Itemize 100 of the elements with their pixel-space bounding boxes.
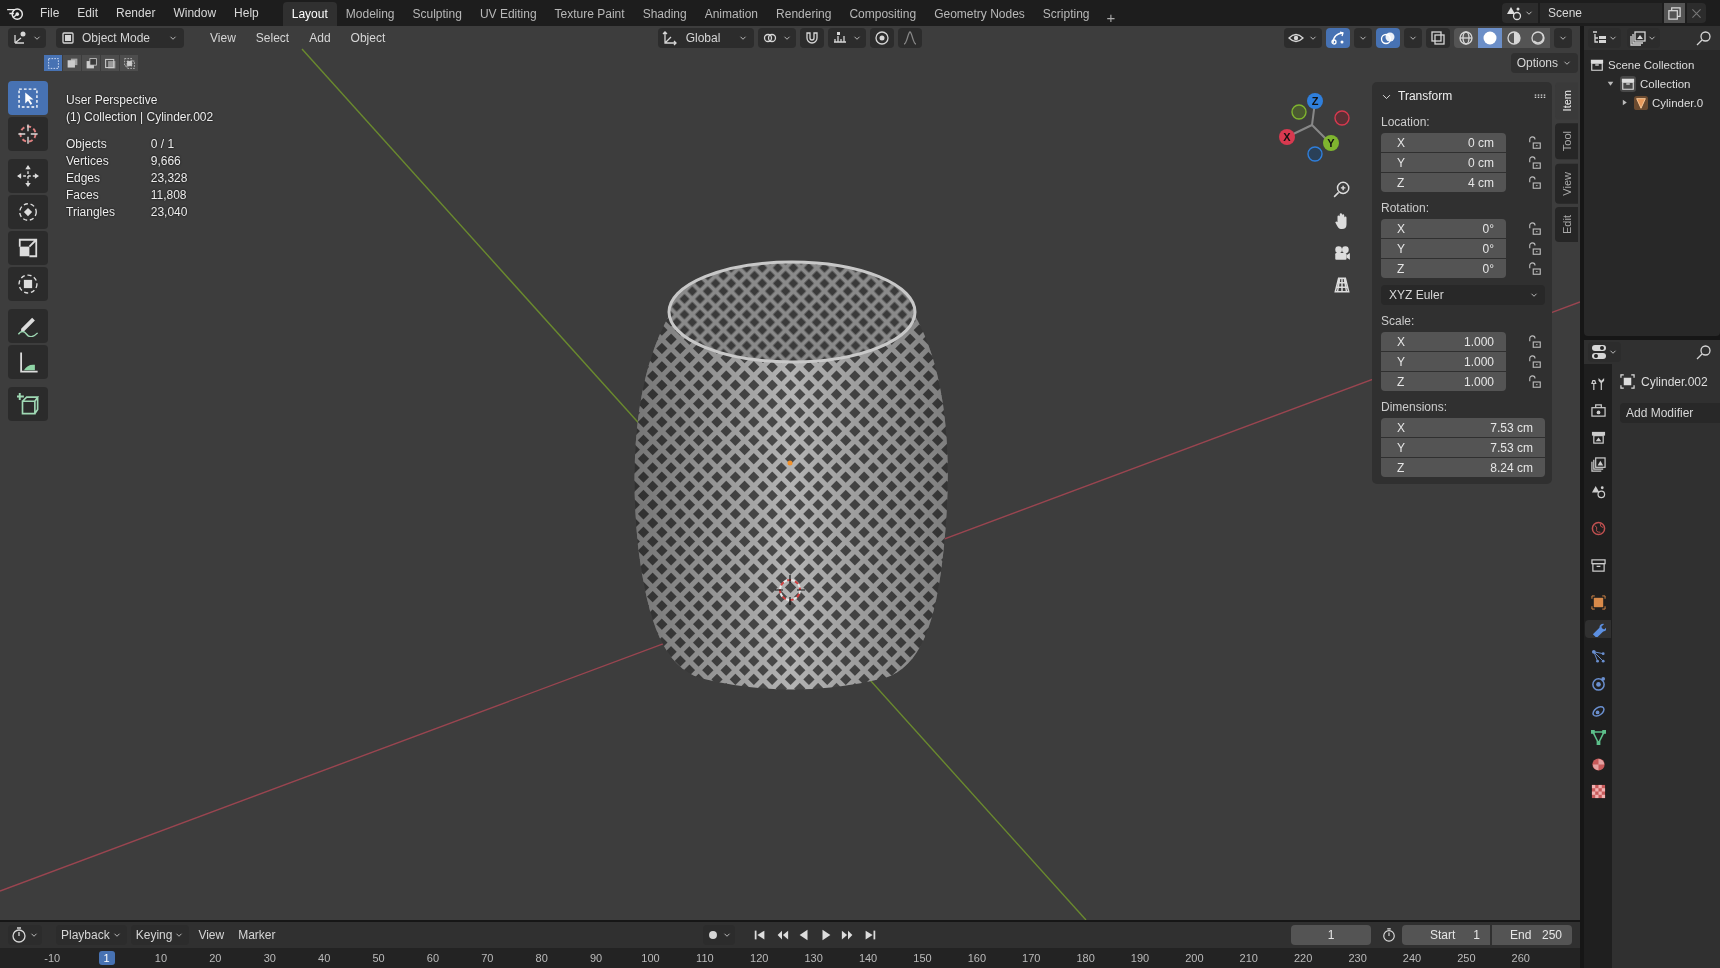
gizmo-toggle[interactable] [1326, 28, 1350, 48]
number-field[interactable]: Z 8.24 cm [1381, 458, 1545, 477]
number-field[interactable]: Z 4 cm [1381, 173, 1506, 192]
shading-button[interactable] [1478, 28, 1502, 48]
add-workspace-button[interactable]: + [1098, 9, 1124, 26]
menu-item[interactable]: Playback [56, 925, 127, 945]
editor-type-button[interactable] [1588, 342, 1621, 362]
workspace-tab[interactable]: UV Editing [470, 2, 546, 26]
tool-button[interactable] [8, 231, 48, 265]
selection-mode-button[interactable] [63, 55, 81, 71]
workspace-tab[interactable]: Texture Paint [545, 2, 634, 26]
number-field[interactable]: X 0° [1381, 219, 1506, 238]
lock-toggle[interactable] [1528, 261, 1542, 276]
lock-toggle[interactable] [1528, 175, 1542, 190]
sidebar-tab[interactable]: View [1555, 163, 1578, 204]
shading-button[interactable] [1454, 28, 1478, 48]
menu-item[interactable]: Render [108, 3, 164, 23]
menu-item[interactable]: Window [165, 3, 225, 23]
workspace-tab[interactable]: Animation [695, 2, 768, 26]
tool-button[interactable] [8, 387, 48, 421]
pivot-dropdown[interactable] [758, 28, 797, 48]
lock-toggle[interactable] [1528, 334, 1542, 349]
workspace-tab[interactable]: Layout [282, 2, 337, 26]
workspace-tab[interactable]: Compositing [840, 2, 926, 26]
filter-dropdown[interactable] [1627, 28, 1660, 48]
workspace-tab[interactable]: Modeling [336, 2, 404, 26]
workspace-tab[interactable]: Sculpting [403, 2, 471, 26]
rotation-mode-dropdown[interactable]: XYZ Euler [1381, 285, 1545, 305]
workspace-tab[interactable]: Shading [633, 2, 696, 26]
sidebar-tab[interactable]: Edit [1555, 207, 1578, 243]
tool-button[interactable] [8, 117, 48, 151]
tool-button[interactable] [8, 309, 48, 343]
tool-button[interactable] [8, 195, 48, 229]
lock-toggle[interactable] [1528, 221, 1542, 236]
shading-button[interactable] [1526, 28, 1550, 48]
number-field[interactable]: X 1.000 [1381, 332, 1506, 351]
orientation-dropdown[interactable]: Global [657, 28, 755, 48]
menu-item[interactable]: View [193, 926, 230, 944]
number-field[interactable]: Y 1.000 [1381, 352, 1506, 371]
auto-keying-toggle[interactable] [702, 925, 735, 945]
editor-type-button[interactable] [8, 28, 46, 48]
outliner-item[interactable]: Scene Collection [1608, 58, 1695, 71]
menu-item[interactable]: View [202, 29, 244, 47]
editor-type-button[interactable] [8, 925, 42, 945]
mode-dropdown[interactable]: Object Mode [56, 28, 185, 48]
falloff-dropdown[interactable] [898, 28, 923, 48]
lock-toggle[interactable] [1528, 241, 1542, 256]
outliner-item[interactable]: Collection [1640, 77, 1691, 90]
snap-dropdown[interactable] [828, 28, 867, 48]
options-button[interactable]: Options [1510, 53, 1578, 73]
scene-name-field[interactable]: Scene [1540, 3, 1662, 23]
selection-mode-button[interactable] [82, 55, 100, 71]
number-field[interactable]: Z 1.000 [1381, 372, 1506, 391]
number-field[interactable]: Y 0 cm [1381, 153, 1506, 172]
tool-button[interactable] [8, 267, 48, 301]
negative-axis-ball[interactable] [1291, 104, 1307, 120]
add-modifier-dropdown[interactable]: Add Modifier [1620, 403, 1720, 423]
menu-item[interactable]: File [32, 3, 68, 23]
workspace-tab[interactable]: Scripting [1033, 2, 1099, 26]
lock-toggle[interactable] [1528, 155, 1542, 170]
menu-item[interactable]: Marker [233, 926, 281, 944]
current-frame-field[interactable]: 1 [1291, 925, 1371, 945]
outliner-item[interactable]: Cylinder.0 [1652, 96, 1704, 109]
axis-ball[interactable] [1323, 135, 1339, 151]
number-field[interactable]: Y 7.53 cm [1381, 438, 1545, 457]
duplicate-scene-button[interactable] [1664, 3, 1685, 23]
workspace-tab[interactable]: Geometry Nodes [925, 2, 1034, 26]
menu-item[interactable]: Help [226, 3, 267, 23]
workspace-tab[interactable]: Rendering [767, 2, 841, 26]
properties-tab[interactable] [1585, 620, 1611, 638]
overlay-toggle[interactable] [1376, 28, 1400, 48]
lock-toggle[interactable] [1528, 135, 1542, 150]
tool-button[interactable] [8, 81, 48, 115]
snap-toggle[interactable] [800, 28, 825, 48]
visibility-dropdown[interactable] [1284, 28, 1322, 48]
number-field[interactable]: Y 0° [1381, 239, 1506, 258]
close-scene-button[interactable] [1687, 3, 1706, 23]
proportional-toggle[interactable] [870, 28, 895, 48]
frame-number[interactable]: 1 [98, 951, 115, 965]
axis-ball[interactable] [1307, 93, 1323, 109]
end-frame-field[interactable]: End 250 [1492, 925, 1572, 945]
lock-toggle[interactable] [1528, 374, 1542, 389]
sidebar-tab[interactable]: Tool [1555, 123, 1578, 160]
tool-button[interactable] [8, 159, 48, 193]
selection-mode-button[interactable] [120, 55, 138, 71]
start-frame-field[interactable]: Start 1 [1402, 925, 1490, 945]
menu-item[interactable]: Keying [130, 925, 190, 945]
xray-toggle[interactable] [1426, 28, 1450, 48]
number-field[interactable]: X 7.53 cm [1381, 418, 1545, 437]
selection-mode-button[interactable] [101, 55, 119, 71]
display-mode-dropdown[interactable] [1588, 28, 1621, 48]
shading-button[interactable] [1502, 28, 1526, 48]
menu-item[interactable]: Object [342, 29, 394, 47]
lock-toggle[interactable] [1528, 354, 1542, 369]
tool-button[interactable] [8, 345, 48, 379]
menu-item[interactable]: Add [301, 29, 339, 47]
scene-browse-button[interactable] [1502, 3, 1538, 23]
number-field[interactable]: Z 0° [1381, 259, 1506, 278]
menu-item[interactable]: Edit [69, 3, 107, 23]
axis-ball[interactable] [1279, 129, 1295, 145]
